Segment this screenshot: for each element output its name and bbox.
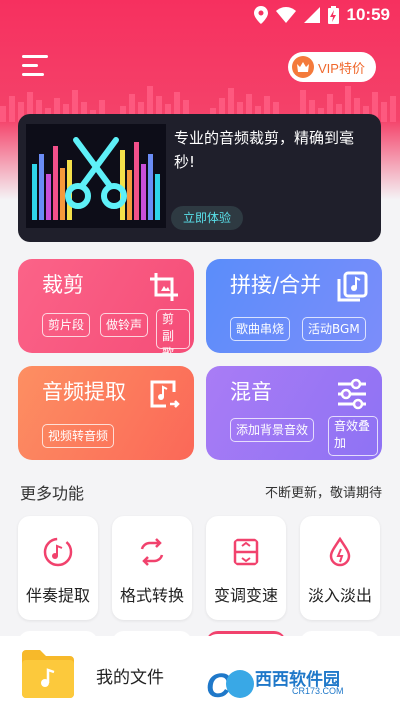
pitch-speed-icon [233, 538, 259, 566]
merge-card-title: 拼接/合并 [230, 273, 322, 297]
wifi-icon [275, 7, 296, 23]
tool-label: 格式转换 [119, 586, 184, 605]
music-folder-icon[interactable] [22, 648, 74, 698]
battery-charging-icon [327, 6, 339, 24]
mix-card[interactable]: 混音 添加背景音效 音效叠加 [206, 366, 382, 460]
tag-clip[interactable]: 剪片段 [42, 313, 91, 337]
try-now-button[interactable]: 立即体验 [171, 206, 244, 230]
status-time: 10:59 [346, 5, 390, 24]
tag-background-effects[interactable]: 添加背景音效 [230, 418, 315, 442]
vip-button[interactable]: VIP特价 [288, 52, 376, 82]
menu-icon[interactable] [22, 55, 48, 77]
tag-medley[interactable]: 歌曲串烧 [230, 317, 291, 341]
tool-format-convert[interactable]: 格式转换 [112, 516, 192, 620]
more-features-hint: 不断更新，敬请期待 [264, 486, 382, 501]
my-files-label[interactable]: 我的文件 [96, 663, 164, 688]
tag-bgm[interactable]: 活动BGM [302, 317, 366, 341]
tool-label: 变调变速 [213, 586, 278, 605]
tag-ringtone[interactable]: 做铃声 [100, 313, 149, 337]
accompaniment-icon [43, 537, 73, 567]
mix-card-title: 混音 [230, 380, 272, 404]
banner-text: 专业的音频裁剪，精确到毫秒! [174, 129, 355, 171]
sliders-icon [338, 378, 366, 410]
fade-icon [329, 536, 351, 567]
tool-fade[interactable]: 淡入淡出 [300, 516, 380, 620]
more-features-title: 更多功能 [20, 484, 85, 503]
tag-video-to-audio[interactable]: 视频转音频 [42, 424, 115, 448]
tag-effect-overlay[interactable]: 音效叠加 [328, 416, 378, 456]
tool-accompaniment[interactable]: 伴奏提取 [18, 516, 98, 620]
watermark-sub: CR173.COM [292, 686, 344, 696]
crop-icon [150, 273, 178, 301]
merge-card[interactable]: 拼接/合并 歌曲串烧 活动BGM [206, 259, 382, 353]
signal-icon [303, 7, 320, 23]
tool-pitch-speed[interactable]: 变调变速 [206, 516, 286, 620]
location-icon [253, 6, 268, 24]
extract-card-title: 音频提取 [42, 380, 126, 404]
vip-label: VIP特价 [318, 60, 365, 76]
promo-banner[interactable]: 专业的音频裁剪，精确到毫秒! 立即体验 [18, 114, 381, 242]
scissors-icon [26, 124, 166, 228]
crown-icon [292, 56, 314, 78]
crop-card[interactable]: 裁剪 剪片段 做铃声 剪副歌 [18, 259, 194, 353]
convert-icon [140, 538, 164, 566]
tool-label: 淡入淡出 [307, 586, 372, 605]
tool-label: 伴奏提取 [25, 586, 90, 605]
tag-chorus[interactable]: 剪副歌 [156, 309, 190, 353]
extract-card[interactable]: 音频提取 视频转音频 [18, 366, 194, 460]
copy-music-icon [337, 271, 368, 302]
status-bar: 10:59 [0, 0, 400, 32]
music-export-icon [150, 380, 180, 408]
crop-card-title: 裁剪 [42, 273, 84, 297]
